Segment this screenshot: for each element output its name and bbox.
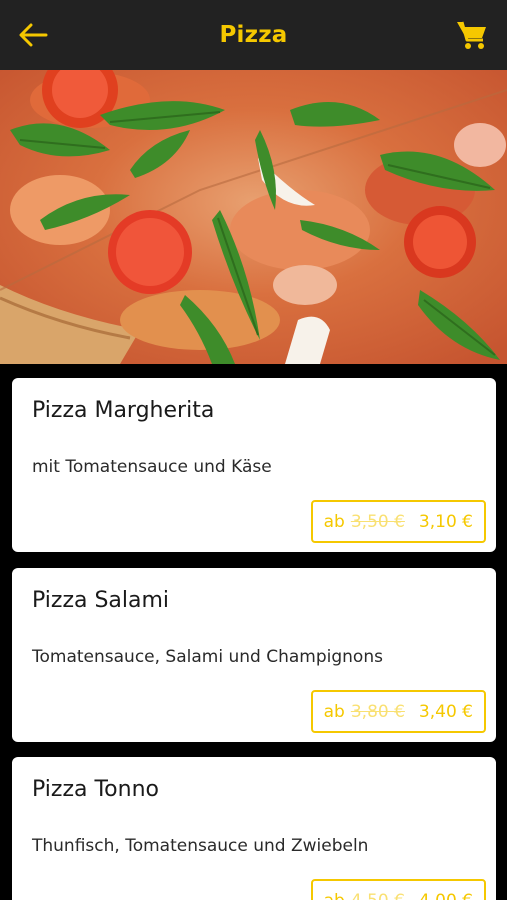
price-button[interactable]: ab 3,50 € 3,10 € [310, 500, 486, 543]
old-price: 3,50 € [350, 511, 405, 532]
product-card[interactable]: Pizza Salami Tomatensauce, Salami und Ch… [12, 568, 496, 742]
current-price: 3,10 € [418, 511, 473, 532]
price-prefix: ab [323, 511, 345, 532]
current-price: 3,40 € [418, 701, 473, 722]
current-price: 4,00 € [419, 891, 473, 900]
price-prefix: ab [323, 701, 345, 722]
price-button[interactable]: ab 4,50 € 4,00 € [310, 879, 486, 900]
product-description: Thunfisch, Tomatensauce und Zwiebeln [32, 836, 369, 856]
price-button[interactable]: ab 3,80 € 3,40 € [310, 690, 486, 733]
old-price: 3,80 € [350, 701, 405, 722]
product-name: Pizza Margherita [32, 398, 215, 423]
price-prefix: ab [324, 891, 345, 900]
shopping-cart-icon [457, 21, 486, 49]
product-description: mit Tomatensauce und Käse [32, 457, 272, 477]
back-button[interactable] [16, 19, 50, 51]
product-name: Pizza Salami [32, 588, 170, 613]
pizza-photo [0, 70, 507, 364]
product-description: Tomatensauce, Salami und Champignons [32, 647, 383, 667]
arrow-left-icon [19, 23, 48, 47]
old-price: 4,50 € [351, 891, 405, 900]
category-hero-image [0, 70, 507, 364]
cart-button[interactable] [455, 17, 489, 53]
page-title: Pizza [219, 22, 288, 48]
app-header: Pizza [0, 0, 507, 70]
product-list: Pizza Margherita mit Tomatensauce und Kä… [0, 364, 507, 900]
product-name: Pizza Tonno [32, 777, 159, 802]
product-card[interactable]: Pizza Margherita mit Tomatensauce und Kä… [12, 378, 496, 552]
product-card[interactable]: Pizza Tonno Thunfisch, Tomatensauce und … [12, 757, 496, 900]
